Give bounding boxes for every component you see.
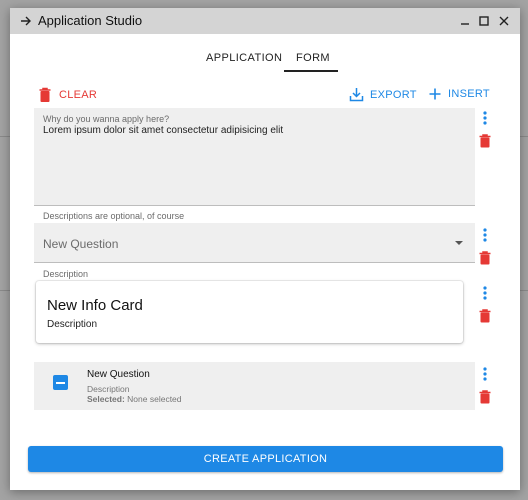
- export-label: EXPORT: [370, 88, 417, 101]
- minimize-icon: [461, 23, 469, 25]
- download-icon: [349, 88, 364, 102]
- window-title: Application Studio: [38, 13, 143, 28]
- create-application-label: CREATE APPLICATION: [203, 453, 328, 465]
- textarea-helper-text: Descriptions are optional, of course: [43, 211, 185, 221]
- maximize-button[interactable]: [476, 13, 492, 29]
- question-description: Description: [87, 384, 130, 394]
- trash-icon: [39, 87, 51, 102]
- export-button[interactable]: EXPORT: [349, 87, 417, 102]
- trash-icon[interactable]: [477, 308, 493, 324]
- kebab-icon[interactable]: [477, 366, 493, 382]
- trash-icon[interactable]: [477, 250, 493, 266]
- question-type-select[interactable]: New Question: [34, 223, 475, 263]
- insert-label: INSERT: [448, 88, 490, 100]
- plus-icon: [429, 88, 441, 100]
- tab-application[interactable]: APPLICATION: [206, 52, 282, 64]
- kebab-icon[interactable]: [477, 285, 493, 301]
- selected-value: None selected: [127, 394, 182, 404]
- trash-icon[interactable]: [477, 389, 493, 405]
- tab-bar: APPLICATION FORM: [10, 34, 520, 78]
- checkbox-indeterminate-icon[interactable]: [53, 375, 68, 390]
- application-studio-window: Application Studio APPLICATION FORM CLEA…: [10, 8, 520, 490]
- kebab-icon[interactable]: [477, 227, 493, 243]
- textarea-label: Why do you wanna apply here?: [43, 114, 170, 124]
- textarea-value: Lorem ipsum dolor sit amet consectetur a…: [43, 125, 284, 136]
- close-icon: [499, 16, 509, 26]
- tab-form[interactable]: FORM: [296, 52, 330, 64]
- title-bar: Application Studio: [10, 8, 520, 34]
- info-card-description: Description: [47, 319, 98, 330]
- application-question-textarea[interactable]: Why do you wanna apply here? Lorem ipsum…: [34, 108, 475, 206]
- question-selection: Selected: None selected: [87, 394, 182, 404]
- background-divider: [0, 136, 10, 137]
- maximize-icon: [479, 16, 489, 26]
- clear-button[interactable]: CLEAR: [38, 87, 97, 103]
- insert-button[interactable]: INSERT: [428, 87, 490, 101]
- background-divider: [0, 290, 10, 291]
- info-card[interactable]: New Info Card Description: [36, 281, 463, 343]
- kebab-icon[interactable]: [477, 110, 493, 126]
- chevron-down-icon: [455, 241, 463, 245]
- minimize-button[interactable]: [457, 13, 473, 29]
- create-application-button[interactable]: CREATE APPLICATION: [28, 446, 503, 472]
- active-tab-indicator: [284, 70, 338, 72]
- clear-label: CLEAR: [59, 89, 98, 101]
- arrow-right-icon: [21, 16, 31, 26]
- selected-label: Selected:: [87, 394, 125, 404]
- checkbox-question: New Question Description Selected: None …: [34, 362, 475, 410]
- select-helper-text: Description: [43, 269, 89, 279]
- select-value: New Question: [43, 237, 119, 251]
- close-button[interactable]: [496, 13, 512, 29]
- question-title: New Question: [87, 369, 150, 380]
- info-card-title: New Info Card: [47, 297, 143, 314]
- trash-icon[interactable]: [477, 133, 493, 149]
